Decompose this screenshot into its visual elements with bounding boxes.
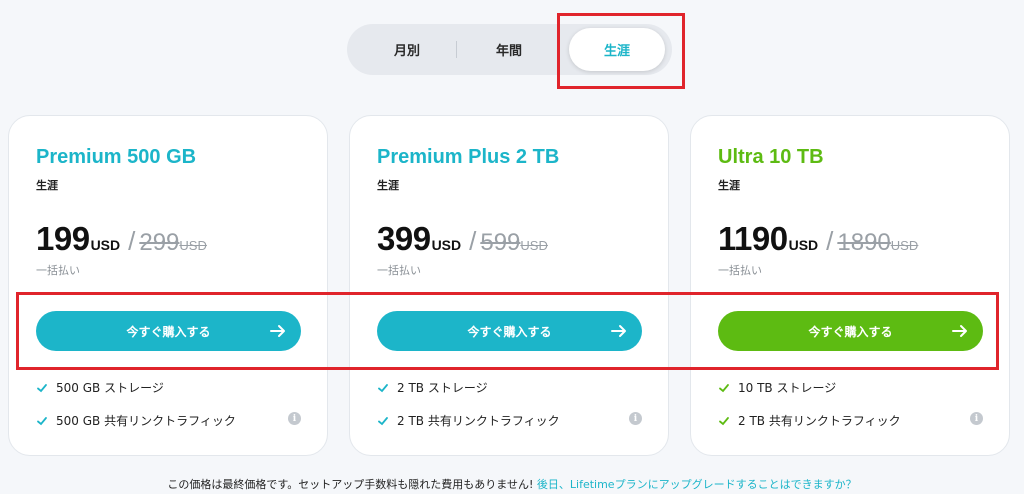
payment-note: 一括払い xyxy=(718,264,762,277)
info-icon[interactable]: i xyxy=(970,412,983,425)
old-price: 1890 xyxy=(837,229,891,256)
price-slash: / xyxy=(826,226,834,256)
plan-name: Premium Plus 2 TB xyxy=(377,146,560,168)
plan-period: 生涯 xyxy=(718,179,740,192)
check-icon xyxy=(719,383,729,392)
feature-item: 2 TB ストレージ xyxy=(377,379,488,396)
plan-card-ultra-10tb: Ultra 10 TB 生涯 1190 USD / 1890 USD 一括払い … xyxy=(690,115,1010,456)
toggle-divider xyxy=(456,41,457,58)
old-price-currency: USD xyxy=(890,238,919,253)
price: 1190 xyxy=(718,220,788,257)
upgrade-link[interactable]: 後日、Lifetimeプランにアップグレードすることはできますか？ xyxy=(537,478,857,491)
old-price: 299 xyxy=(139,229,180,256)
price: 199 xyxy=(36,220,90,257)
old-price-currency: USD xyxy=(179,238,207,253)
feature-item: 10 TB ストレージ xyxy=(718,379,836,396)
check-icon xyxy=(378,383,388,392)
toggle-monthly[interactable]: 月別 xyxy=(357,24,457,75)
old-price-wrap: 299 USD xyxy=(139,229,207,257)
feature-label: 2 TB ストレージ xyxy=(397,381,488,395)
feature-item: 500 GB 共有リンクトラフィック xyxy=(36,412,236,429)
feature-label: 2 TB 共有リンクトラフィック xyxy=(397,414,560,428)
plan-period: 生涯 xyxy=(36,179,58,192)
price-row: 1190 USD / 1890 USD xyxy=(718,220,918,258)
feature-label: 2 TB 共有リンクトラフィック xyxy=(738,414,901,428)
feature-item: 2 TB 共有リンクトラフィック xyxy=(718,412,901,429)
price-row: 199 USD / 299 USD xyxy=(36,220,207,258)
price-slash: / xyxy=(128,226,136,256)
payment-note: 一括払い xyxy=(377,264,421,277)
feature-item: 500 GB ストレージ xyxy=(36,379,164,396)
price-currency: USD xyxy=(788,237,819,253)
old-price-currency: USD xyxy=(520,238,548,253)
feature-label: 10 TB ストレージ xyxy=(738,381,837,395)
check-icon xyxy=(37,383,47,392)
highlight-box-lifetime xyxy=(557,13,685,89)
check-icon xyxy=(719,416,729,425)
plan-card-premium-500gb: Premium 500 GB 生涯 199 USD / 299 USD 一括払い… xyxy=(8,115,328,456)
check-icon xyxy=(37,416,47,425)
payment-note: 一括払い xyxy=(36,264,80,277)
info-icon[interactable]: i xyxy=(629,412,642,425)
footer-text: この価格は最終価格です。セットアップ手数料も隠れた費用もありません! xyxy=(167,478,537,491)
plan-name: Premium 500 GB xyxy=(36,146,197,168)
price-currency: USD xyxy=(431,237,462,253)
feature-label: 500 GB 共有リンクトラフィック xyxy=(56,414,236,428)
feature-item: 2 TB 共有リンクトラフィック xyxy=(377,412,560,429)
old-price-wrap: 599 USD xyxy=(480,229,548,257)
old-price: 599 xyxy=(480,229,521,256)
price: 399 xyxy=(377,220,431,257)
plan-card-premium-plus-2tb: Premium Plus 2 TB 生涯 399 USD / 599 USD 一… xyxy=(349,115,669,456)
feature-label: 500 GB ストレージ xyxy=(56,381,164,395)
price-row: 399 USD / 599 USD xyxy=(377,220,548,258)
highlight-box-buy-buttons xyxy=(16,292,999,370)
price-slash: / xyxy=(469,226,477,256)
check-icon xyxy=(378,416,388,425)
old-price-wrap: 1890 USD xyxy=(837,229,918,257)
info-icon[interactable]: i xyxy=(288,412,301,425)
plan-name: Ultra 10 TB xyxy=(718,146,824,168)
footer-note: この価格は最終価格です。セットアップ手数料も隠れた費用もありません! 後日、Li… xyxy=(0,476,1024,492)
toggle-yearly[interactable]: 年間 xyxy=(459,24,559,75)
price-currency: USD xyxy=(90,237,121,253)
plan-period: 生涯 xyxy=(377,179,399,192)
